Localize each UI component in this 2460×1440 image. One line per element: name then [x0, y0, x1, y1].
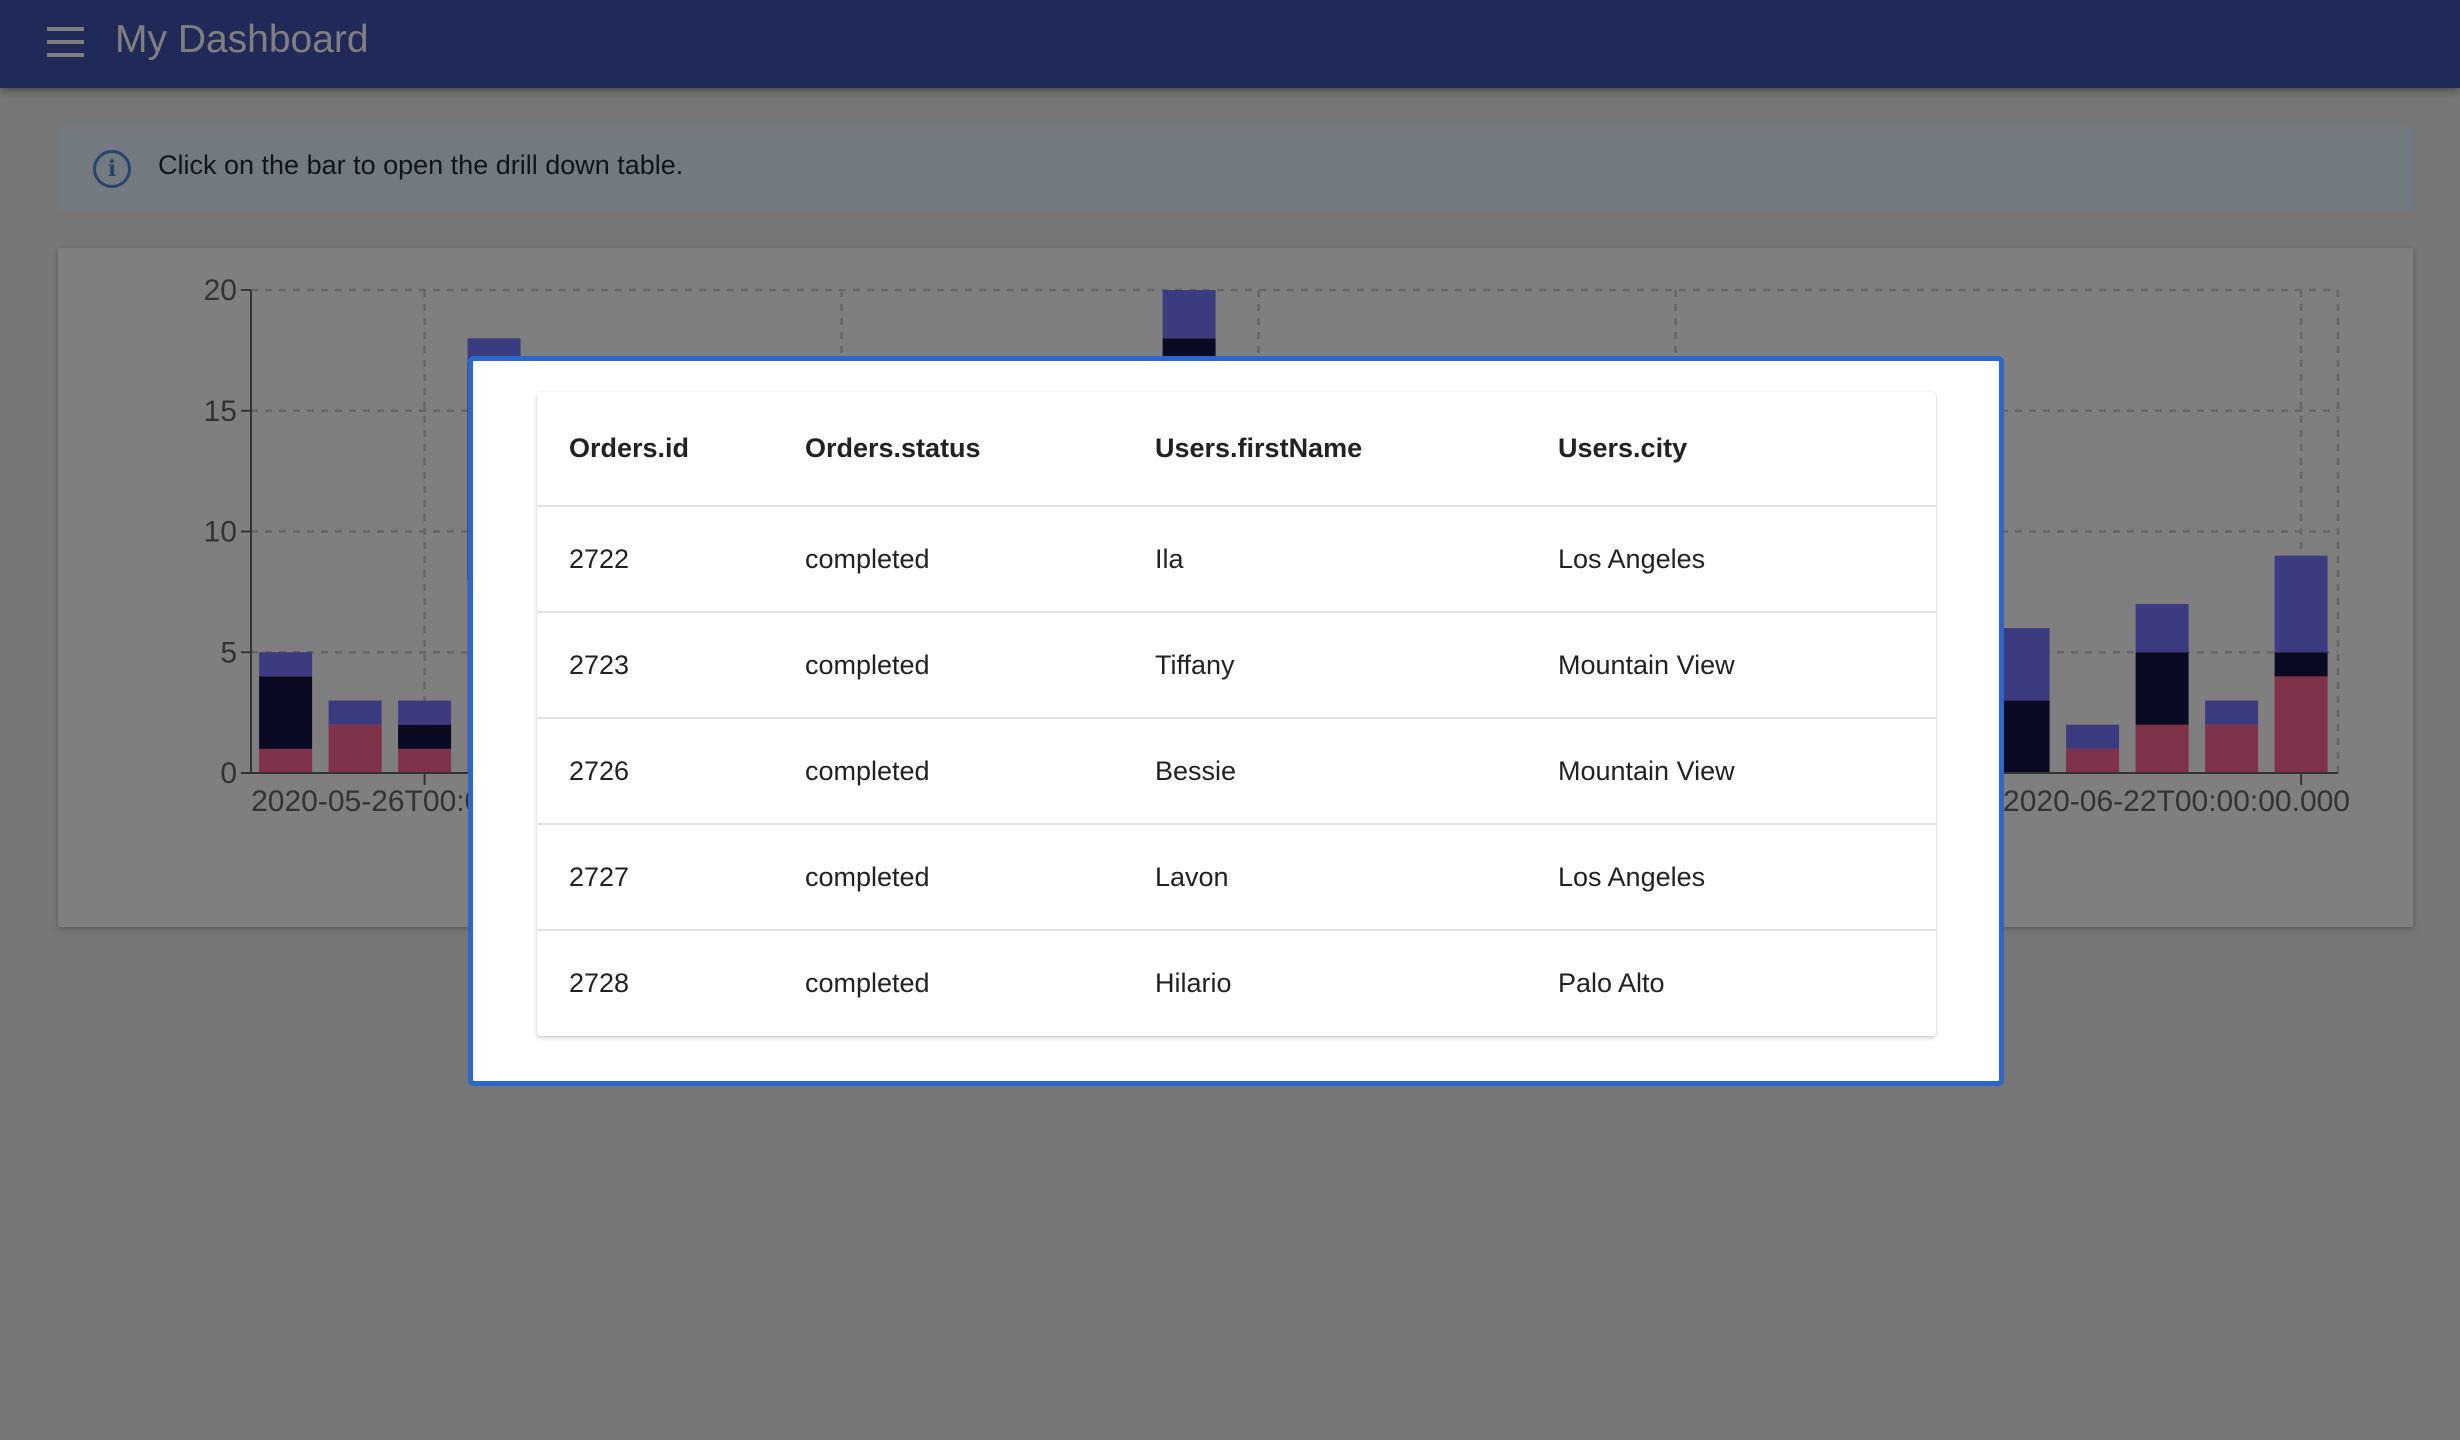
table-cell: completed — [805, 824, 1155, 931]
table-row: 2722 completed Ila Los Angeles — [537, 506, 1936, 613]
table-cell: Lavon — [1155, 824, 1558, 931]
table-cell: Ila — [1155, 506, 1558, 613]
table-cell: Mountain View — [1558, 718, 1936, 825]
drill-down-modal: Orders.id Orders.status Users.firstName … — [468, 356, 2004, 1086]
column-header: Orders.status — [805, 392, 1155, 507]
table-cell: completed — [805, 612, 1155, 719]
table-row: 2728 completed Hilario Palo Alto — [537, 930, 1936, 1035]
column-header: Users.city — [1558, 392, 1936, 507]
column-header: Users.firstName — [1155, 392, 1558, 507]
table-cell: completed — [805, 967, 930, 998]
table-row: 2726 completed Bessie Mountain View — [537, 718, 1936, 825]
table-cell: Los Angeles — [1558, 824, 1936, 931]
table-cell: Los Angeles — [1558, 506, 1936, 613]
table-header-row: Orders.id Orders.status Users.firstName … — [537, 392, 1936, 507]
table-cell: Palo Alto — [1558, 967, 1665, 998]
drill-down-table: Orders.id Orders.status Users.firstName … — [537, 392, 1936, 1035]
drill-down-table-card: Orders.id Orders.status Users.firstName … — [537, 392, 1936, 1036]
table-cell: completed — [805, 506, 1155, 613]
table-cell: completed — [805, 718, 1155, 825]
table-cell: Mountain View — [1558, 612, 1936, 719]
column-header: Orders.id — [537, 392, 805, 507]
table-cell: 2723 — [537, 612, 805, 719]
table-cell: Bessie — [1155, 718, 1558, 825]
table-cell: Tiffany — [1155, 612, 1558, 719]
table-cell: 2726 — [537, 718, 805, 825]
table-cell: 2722 — [537, 506, 805, 613]
table-cell: Hilario — [1155, 967, 1232, 998]
table-row: 2723 completed Tiffany Mountain View — [537, 612, 1936, 719]
table-row: 2727 completed Lavon Los Angeles — [537, 824, 1936, 931]
table-cell: 2727 — [537, 824, 805, 931]
table-cell: 2728 — [569, 967, 630, 998]
